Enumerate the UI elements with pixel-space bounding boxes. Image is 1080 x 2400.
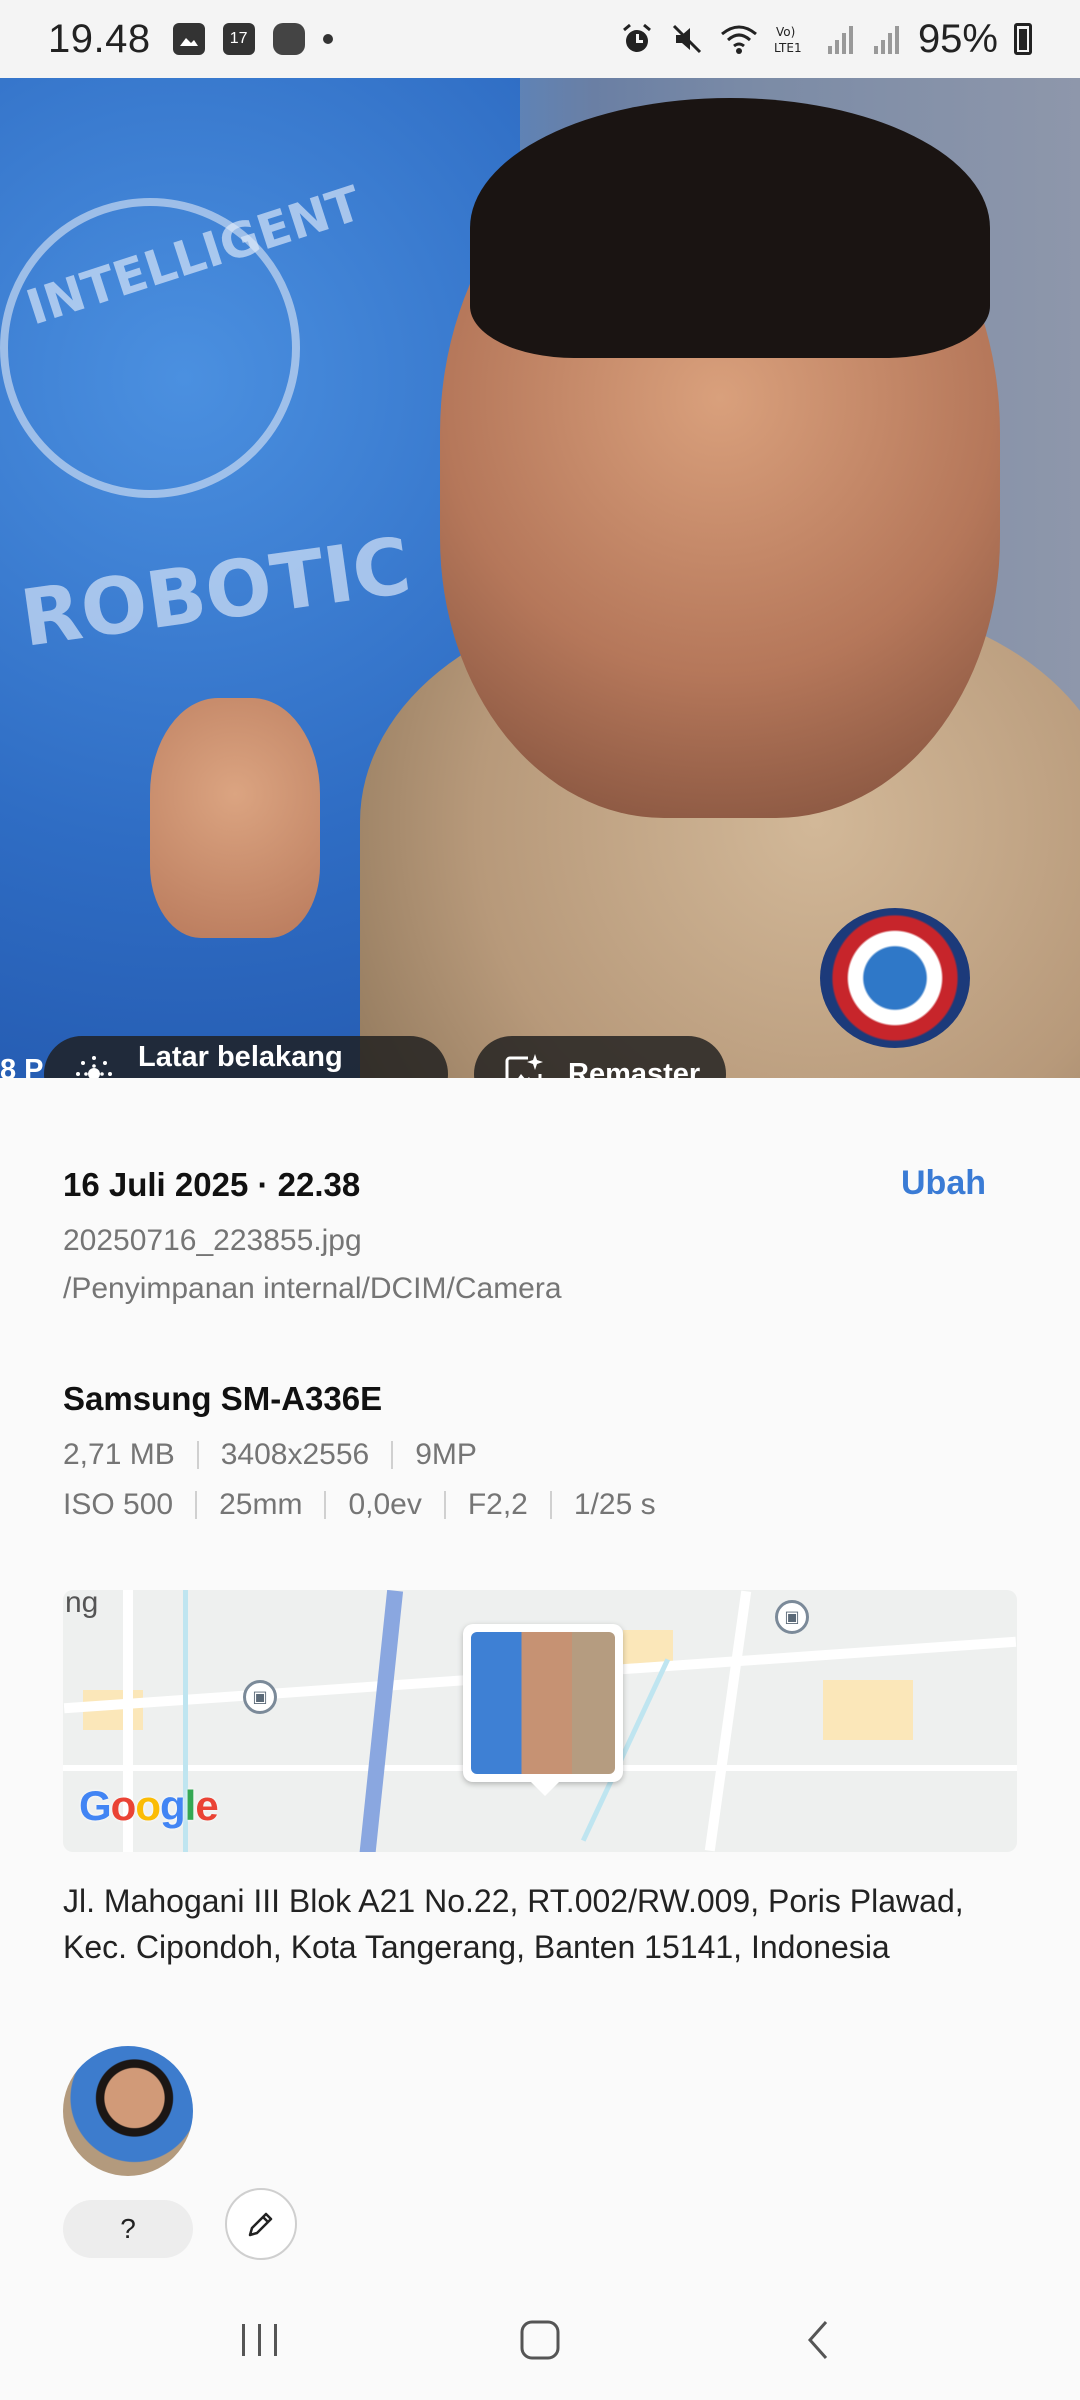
alarm-icon: [622, 23, 651, 52]
aperture: F2,2: [467, 1488, 528, 1521]
map-photo-thumbnail: [471, 1632, 615, 1774]
blur-background-label: Latar belakang kabur: [138, 1041, 343, 1078]
home-button[interactable]: [500, 2300, 580, 2380]
mute-icon: [672, 24, 701, 54]
photo-edge-text: 8 P: [0, 1054, 44, 1078]
megapixels: 9MP: [415, 1438, 477, 1471]
battery-icon: [1014, 23, 1032, 55]
file-path: /Penyimpanan internal/DCIM/Camera: [63, 1272, 562, 1305]
status-time: 19.48: [48, 16, 151, 61]
calendar-icon: 17: [222, 23, 255, 55]
divider: [195, 1491, 198, 1519]
recent-apps-button[interactable]: [220, 2300, 300, 2380]
edit-date-button[interactable]: Ubah: [901, 1164, 986, 1203]
location-address: Jl. Mahogani III Blok A21 No.22, RT.002/…: [63, 1883, 964, 1965]
pencil-icon: [248, 2212, 273, 2237]
svg-text:Vo): Vo): [776, 25, 795, 39]
map-area: [823, 1680, 913, 1740]
photo-viewer[interactable]: INTELLIGENT ROBOTIC 8 P Latar belakang k…: [0, 78, 1080, 1078]
resolution: 3408x2556: [220, 1438, 370, 1471]
signal-icon: [873, 26, 899, 54]
divider: [391, 1441, 394, 1469]
device-model: Samsung SM-A336E: [63, 1380, 383, 1417]
exposure-value: 0,0ev: [348, 1488, 422, 1521]
back-icon: [807, 2321, 828, 2359]
date-time: 16 Juli 2025 · 22.38: [63, 1166, 361, 1203]
location-map[interactable]: ▣ ▣ ng Google: [63, 1590, 1017, 1852]
status-bar: 19.48 17 Vo) LTE1 95%: [0, 0, 1080, 78]
edit-people-button[interactable]: [225, 2188, 297, 2260]
photo-details-panel: 16 Juli 2025 · 22.38 Ubah 20250716_22385…: [0, 1078, 1080, 2280]
shutter-speed: 1/25 s: [573, 1488, 656, 1521]
remaster-label: Remaster: [568, 1057, 701, 1079]
person-name-unknown[interactable]: ?: [63, 2200, 193, 2258]
divider: [443, 1491, 446, 1519]
map-highway: [358, 1590, 404, 1852]
remaster-button[interactable]: Remaster: [474, 1036, 726, 1078]
divider: [549, 1491, 552, 1519]
back-button[interactable]: [780, 2300, 860, 2380]
signal-icon: [827, 26, 853, 54]
photo-emblem: [820, 908, 970, 1048]
svg-text:LTE1: LTE1: [774, 41, 802, 55]
navigation-bar: [0, 2280, 1080, 2400]
camera-specs: ISO 500 25mm 0,0ev F2,2 1/25 s: [63, 1488, 656, 1522]
notification-dot: [322, 34, 333, 44]
map-road: [704, 1590, 752, 1852]
file-specs: 2,71 MB 3408x2556 9MP: [63, 1438, 477, 1472]
battery-percent: 95%: [917, 16, 998, 61]
transit-station-icon: ▣: [243, 1680, 277, 1714]
file-name: 20250716_223855.jpg: [63, 1224, 362, 1257]
blur-background-icon: [76, 1056, 112, 1078]
divider: [196, 1441, 199, 1469]
google-logo: Google: [79, 1782, 219, 1829]
remaster-icon: [505, 1054, 543, 1078]
file-size: 2,71 MB: [63, 1438, 175, 1471]
iso: ISO 500: [63, 1488, 174, 1521]
status-left-icons: 17: [172, 23, 333, 55]
blur-background-button[interactable]: Latar belakang kabur: [44, 1036, 448, 1078]
map-photo-pin[interactable]: [463, 1624, 623, 1796]
map-place-label: ng: [65, 1590, 99, 1619]
photo-hair: [470, 98, 990, 358]
transit-station-icon: ▣: [775, 1600, 809, 1634]
person-avatar[interactable]: [63, 2046, 193, 2176]
volte-icon: Vo) LTE1: [774, 25, 802, 55]
shirt-text-bottom: ROBOTIC: [15, 521, 416, 665]
app-icon: [272, 23, 305, 55]
wifi-icon: [720, 25, 757, 54]
home-icon: [520, 2320, 560, 2360]
focal-length: 25mm: [219, 1488, 303, 1521]
recent-apps-icon: [242, 2324, 277, 2356]
divider: [324, 1491, 327, 1519]
status-right-icons: Vo) LTE1 95%: [620, 17, 1032, 62]
gallery-icon: [172, 23, 205, 55]
photo-hand: [150, 698, 320, 938]
